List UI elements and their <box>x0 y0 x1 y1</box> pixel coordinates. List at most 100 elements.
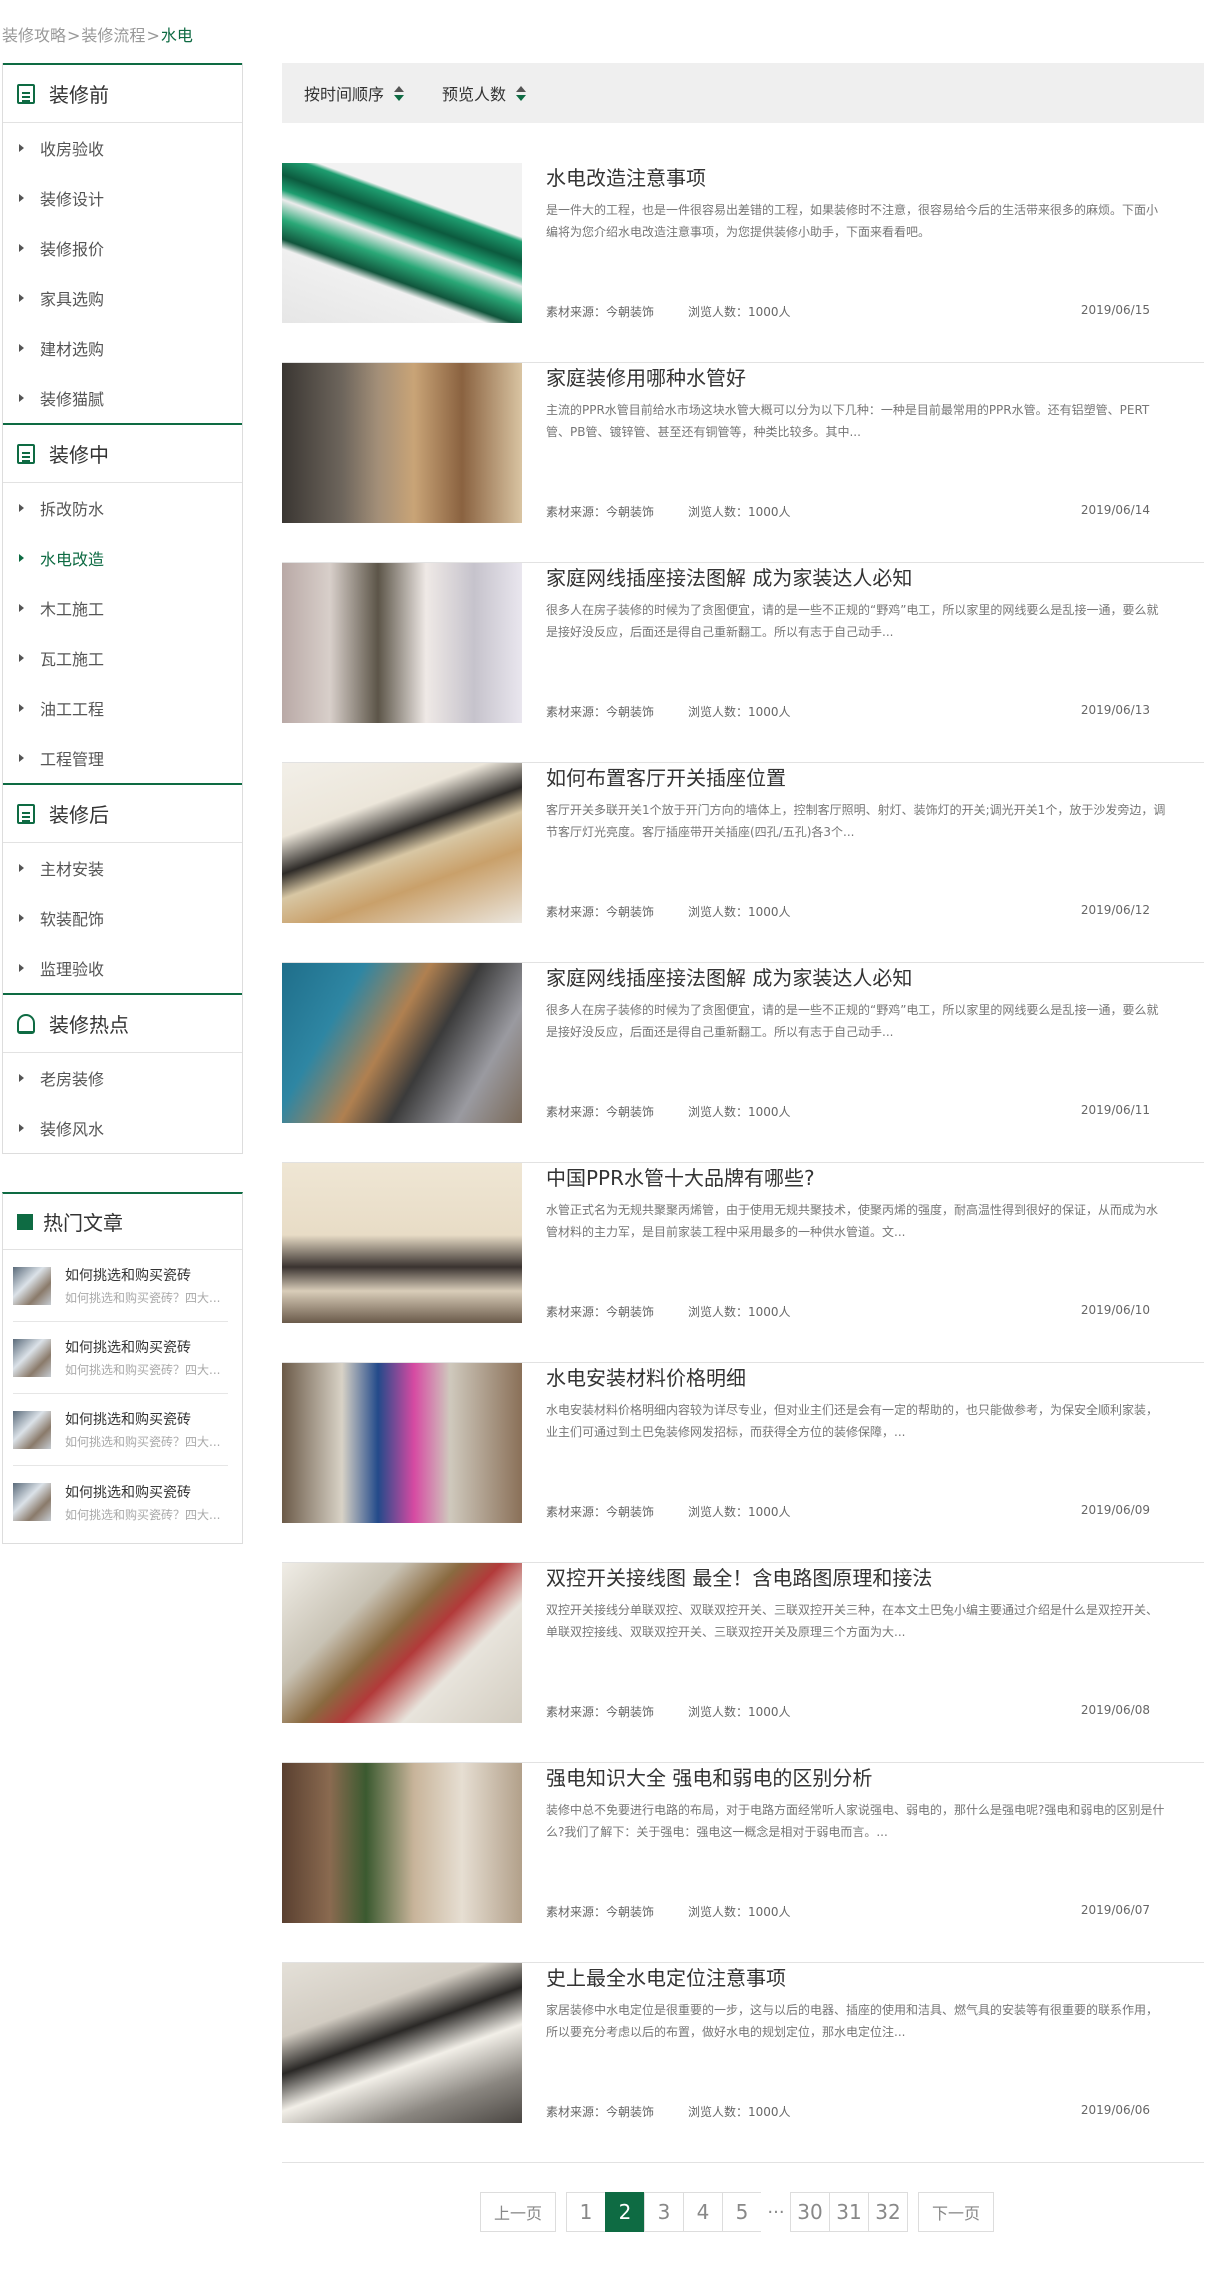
category-header[interactable]: 装修中 <box>3 423 242 483</box>
article-title[interactable]: 双控开关接线图 最全！含电路图原理和接法 <box>546 1562 932 1591</box>
sort-label: 按时间顺序 <box>304 85 385 104</box>
sidebar-item[interactable]: 老房装修 <box>3 1053 242 1103</box>
hot-article-item[interactable]: 如何挑选和购买瓷砖 如何挑选和购买瓷砖？四大... <box>13 1394 228 1466</box>
article-title[interactable]: 家庭装修用哪种水管好 <box>546 362 746 391</box>
hot-article-item[interactable]: 如何挑选和购买瓷砖 如何挑选和购买瓷砖？四大... <box>13 1466 228 1538</box>
sidebar-item-label: 家具选购 <box>40 290 105 309</box>
article-thumbnail[interactable] <box>282 763 522 923</box>
sort-by-time-button[interactable]: 按时间顺序 <box>304 81 405 105</box>
page-button[interactable]: 5 <box>722 2192 762 2232</box>
hot-article-thumbnail[interactable] <box>13 1338 51 1377</box>
sidebar-item[interactable]: 油工工程 <box>3 683 242 733</box>
sidebar-item[interactable]: 监理验收 <box>3 943 242 993</box>
hot-article-title[interactable]: 如何挑选和购买瓷砖 <box>65 1265 220 1285</box>
article-thumbnail[interactable] <box>282 1363 522 1523</box>
page-button[interactable]: 4 <box>683 2192 723 2232</box>
category-header[interactable]: 装修热点 <box>3 993 242 1053</box>
category-header[interactable]: 装修前 <box>3 63 242 123</box>
article-title[interactable]: 水电安装材料价格明细 <box>546 1362 746 1391</box>
hot-article-title[interactable]: 如何挑选和购买瓷砖 <box>65 1337 220 1357</box>
sidebar-item-label: 老房装修 <box>40 1070 105 1089</box>
next-page-button[interactable]: 下一页 <box>918 2192 994 2232</box>
sidebar-item[interactable]: 装修报价 <box>3 223 242 273</box>
sidebar-item[interactable]: 拆改防水 <box>3 483 242 533</box>
sidebar-item[interactable]: 建材选购 <box>3 323 242 373</box>
breadcrumb-link-process[interactable]: 装修流程 <box>81 26 145 45</box>
article-item: 如何布置客厅开关插座位置 客厅开关多联开关1个放于开门方向的墙体上，控制客厅照明… <box>282 763 1204 963</box>
triangle-right-icon <box>19 914 24 922</box>
breadcrumb-link-strategy[interactable]: 装修攻略 <box>2 26 66 45</box>
sidebar-item[interactable]: 家具选购 <box>3 273 242 323</box>
sidebar-item[interactable]: 主材安装 <box>3 843 242 893</box>
page-button[interactable]: 30 <box>790 2192 830 2232</box>
sidebar-item[interactable]: 装修风水 <box>3 1103 242 1153</box>
prev-page-button[interactable]: 上一页 <box>480 2192 556 2232</box>
sidebar-item-label: 装修报价 <box>40 240 105 259</box>
article-item: 强电知识大全 强电和弱电的区别分析 装修中总不免要进行电路的布局，对于电路方面经… <box>282 1763 1204 1963</box>
triangle-right-icon <box>19 704 24 712</box>
category-title: 装修中 <box>49 443 109 467</box>
sort-bar: 按时间顺序 预览人数 <box>282 63 1204 123</box>
article-thumbnail[interactable] <box>282 1163 522 1323</box>
article-views: 浏览人数：1000人 <box>688 1105 791 1119</box>
page-button[interactable]: 1 <box>566 2192 606 2232</box>
sidebar-item[interactable]: 木工施工 <box>3 583 242 633</box>
sidebar-item[interactable]: 装修猫腻 <box>3 373 242 423</box>
hot-article-title[interactable]: 如何挑选和购买瓷砖 <box>65 1482 220 1502</box>
sidebar-item[interactable]: 瓦工施工 <box>3 633 242 683</box>
page-button[interactable]: 3 <box>644 2192 684 2232</box>
article-title[interactable]: 强电知识大全 强电和弱电的区别分析 <box>546 1762 872 1791</box>
article-title[interactable]: 史上最全水电定位注意事项 <box>546 1962 786 1991</box>
pagination-ellipsis: ··· <box>761 2192 791 2232</box>
triangle-right-icon <box>19 964 24 972</box>
article-desc: 水电安装材料价格明细内容较为详尽专业，但对业主们还是会有一定的帮助的，也只能做参… <box>546 1403 1159 1439</box>
hot-article-thumbnail[interactable] <box>13 1410 51 1449</box>
category-title: 装修热点 <box>49 1013 129 1037</box>
hot-article-item[interactable]: 如何挑选和购买瓷砖 如何挑选和购买瓷砖？四大... <box>13 1250 228 1322</box>
hot-article-thumbnail[interactable] <box>13 1266 51 1305</box>
article-title[interactable]: 如何布置客厅开关插座位置 <box>546 762 786 791</box>
sort-by-views-button[interactable]: 预览人数 <box>442 81 527 105</box>
article-date: 2019/06/06 <box>1080 2103 1150 2117</box>
page-button[interactable]: 31 <box>829 2192 869 2232</box>
article-date: 2019/06/14 <box>1080 503 1150 517</box>
sidebar-item[interactable]: 软装配饰 <box>3 893 242 943</box>
sidebar-item-label: 工程管理 <box>40 750 105 769</box>
page-button[interactable]: 32 <box>868 2192 908 2232</box>
hot-article-thumbnail[interactable] <box>13 1483 51 1521</box>
sidebar-item[interactable]: 工程管理 <box>3 733 242 783</box>
article-views: 浏览人数：1000人 <box>688 1905 791 1919</box>
pagination: 上一页 1 2 3 4 5 ··· 30 31 32 下一页 <box>480 2192 994 2232</box>
article-item: 双控开关接线图 最全！含电路图原理和接法 双控开关接线分单联双控、双联双控开关、… <box>282 1563 1204 1763</box>
triangle-right-icon <box>19 144 24 152</box>
hot-articles-title: 热门文章 <box>43 1211 123 1235</box>
article-desc: 装修中总不免要进行电路的布局，对于电路方面经常听人家说强电、弱电的，那什么是强电… <box>546 1803 1165 1839</box>
page-button-current[interactable]: 2 <box>605 2192 645 2232</box>
sidebar-item[interactable]: 收房验收 <box>3 123 242 173</box>
article-thumbnail[interactable] <box>282 1763 522 1923</box>
category-header[interactable]: 装修后 <box>3 783 242 843</box>
article-item: 家庭网线插座接法图解 成为家装达人必知 很多人在房子装修的时候为了贪图便宜，请的… <box>282 563 1204 763</box>
article-thumbnail[interactable] <box>282 363 522 523</box>
article-thumbnail[interactable] <box>282 1963 522 2123</box>
category-hot-topics: 装修热点 老房装修 装修风水 <box>2 993 243 1154</box>
sidebar-item-label: 瓦工施工 <box>40 650 105 669</box>
sidebar-item[interactable]: 装修设计 <box>3 173 242 223</box>
breadcrumb-separator: > <box>67 26 81 45</box>
article-thumbnail[interactable] <box>282 1563 522 1723</box>
article-title[interactable]: 水电改造注意事项 <box>546 162 706 191</box>
triangle-right-icon <box>19 654 24 662</box>
hot-article-title[interactable]: 如何挑选和购买瓷砖 <box>65 1409 220 1429</box>
hot-article-item[interactable]: 如何挑选和购买瓷砖 如何挑选和购买瓷砖？四大... <box>13 1322 228 1394</box>
article-thumbnail[interactable] <box>282 563 522 723</box>
article-thumbnail[interactable] <box>282 963 522 1123</box>
article-title[interactable]: 中国PPR水管十大品牌有哪些? <box>546 1162 815 1191</box>
article-views: 浏览人数：1000人 <box>688 305 791 319</box>
article-views: 浏览人数：1000人 <box>688 1705 791 1719</box>
sidebar-item-active[interactable]: 水电改造 <box>3 533 242 583</box>
article-title[interactable]: 家庭网线插座接法图解 成为家装达人必知 <box>546 962 912 991</box>
article-item: 水电安装材料价格明细 水电安装材料价格明细内容较为详尽专业，但对业主们还是会有一… <box>282 1363 1204 1563</box>
article-item: 水电改造注意事项 是一件大的工程，也是一件很容易出差错的工程，如果装修时不注意，… <box>282 163 1204 363</box>
article-title[interactable]: 家庭网线插座接法图解 成为家装达人必知 <box>546 562 912 591</box>
article-thumbnail[interactable] <box>282 163 522 323</box>
